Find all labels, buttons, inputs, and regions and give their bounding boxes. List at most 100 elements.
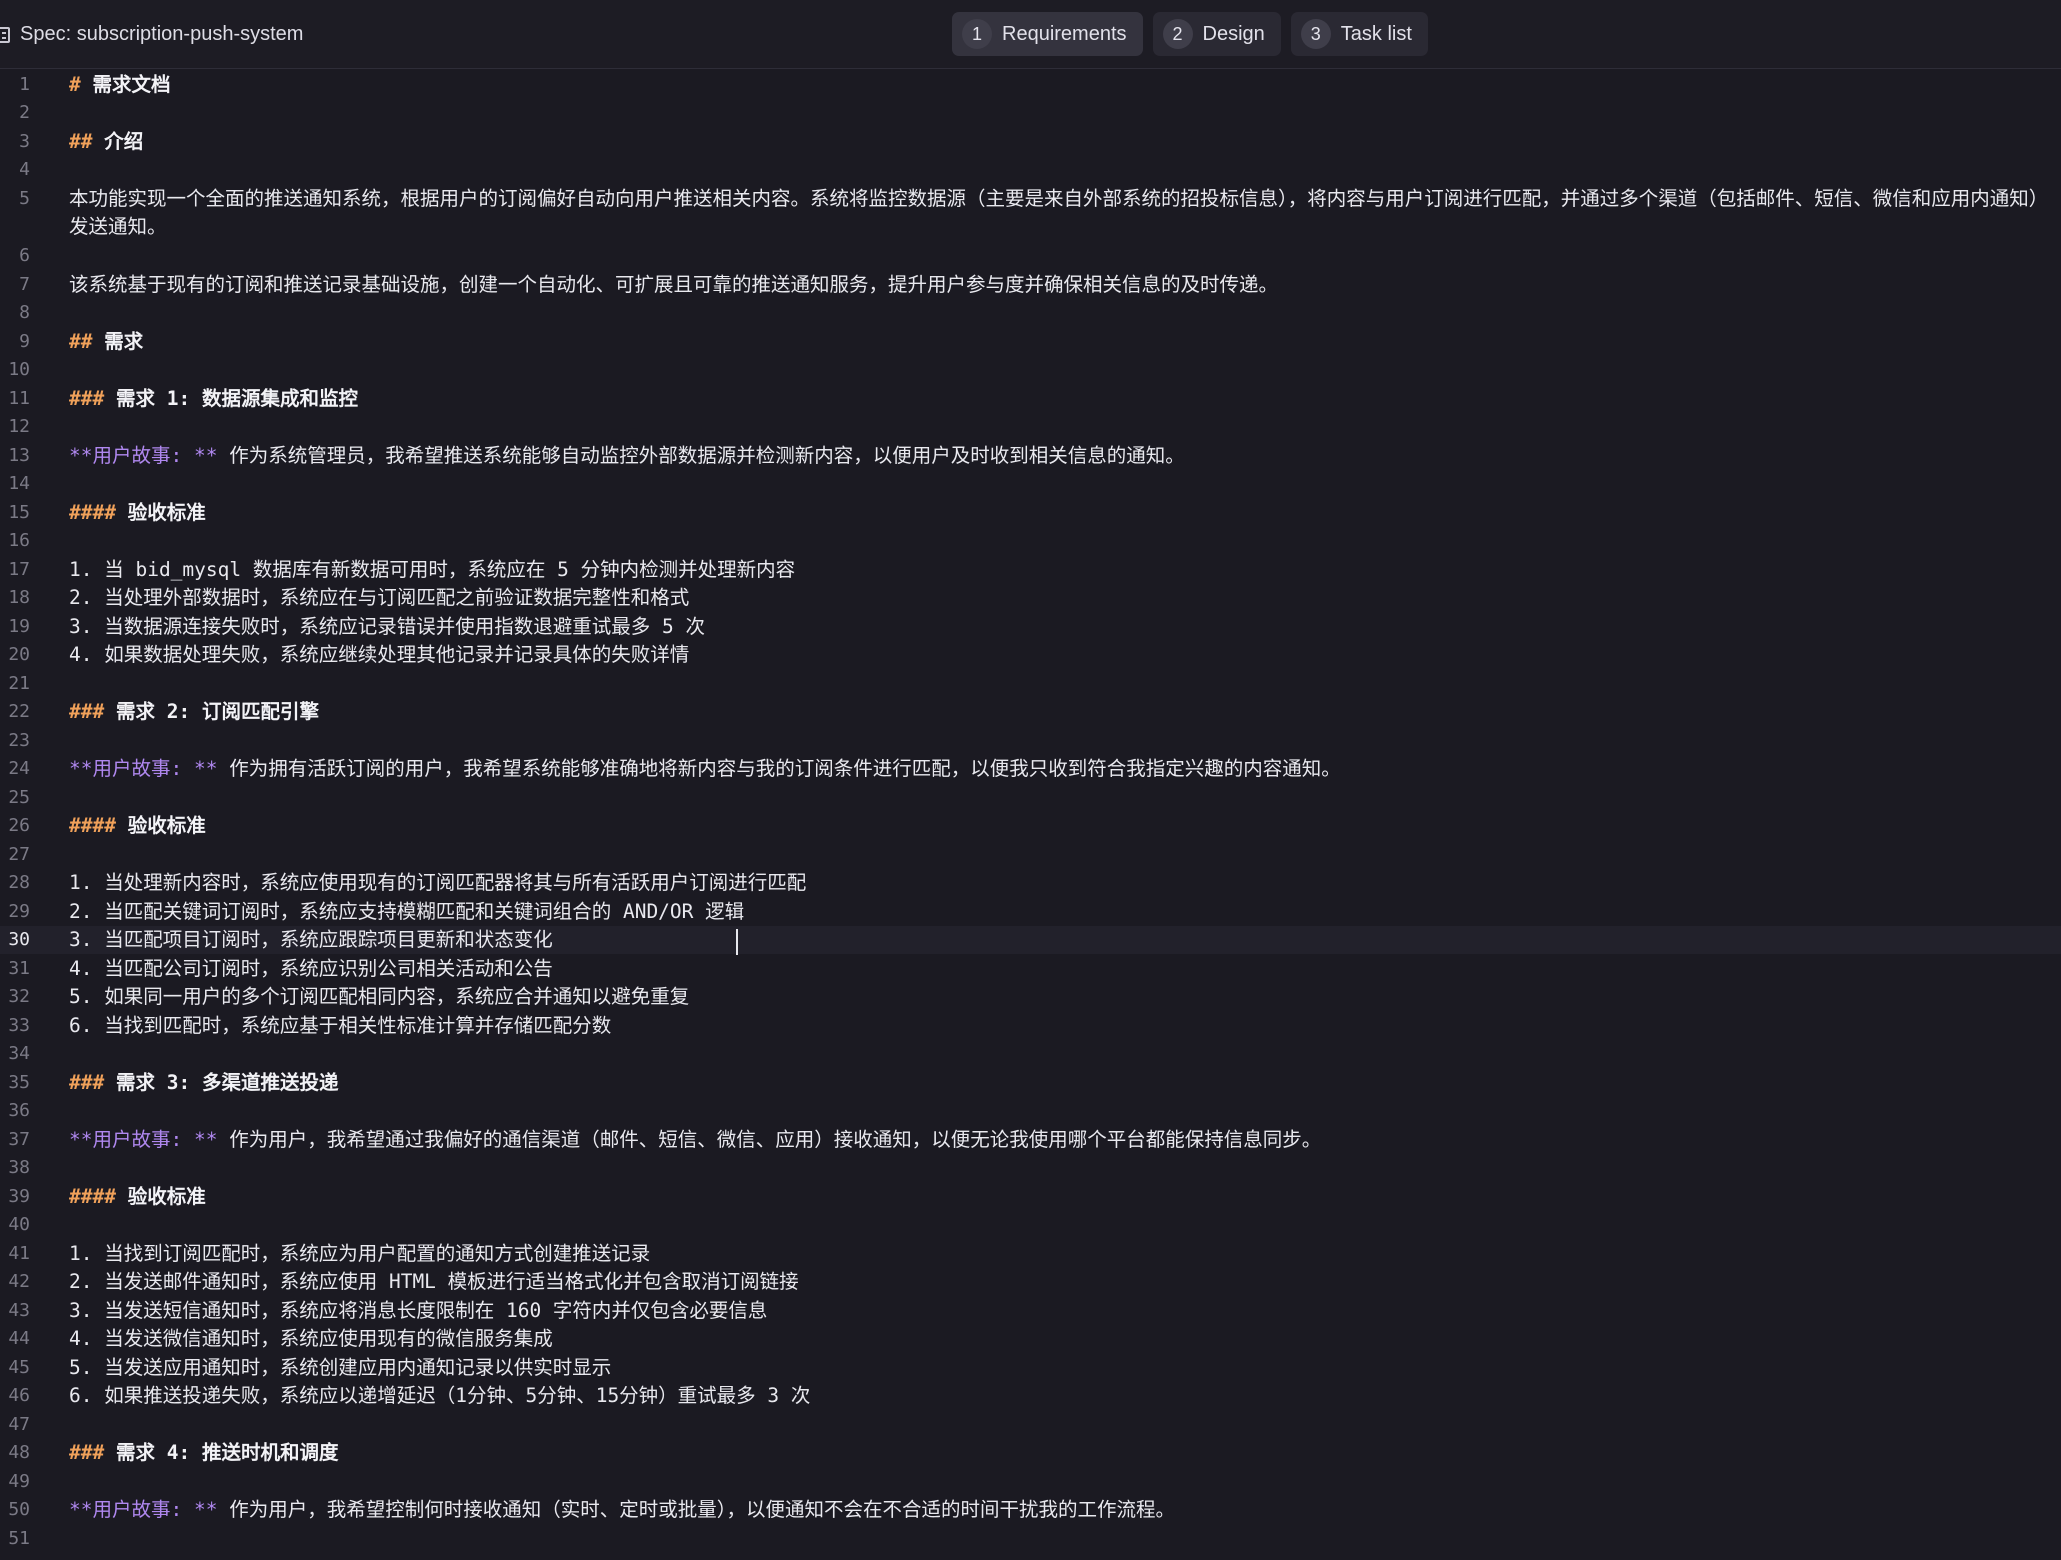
heading-marker: ### [69, 387, 105, 410]
editor-line[interactable]: 39 #### 验收标准 [0, 1183, 2061, 1211]
list-item: 6. 当找到匹配时，系统应基于相关性标准计算并存储匹配分数 [69, 1014, 612, 1037]
tab-design[interactable]: 2 Design [1152, 12, 1281, 56]
editor-line[interactable]: 22 ### 需求 2: 订阅匹配引擎 [0, 698, 2061, 726]
line-number: 12 [8, 416, 30, 437]
editor-current-line[interactable]: 30 3. 当匹配项目订阅时，系统应跟踪项目更新和状态变化 [0, 926, 2061, 955]
heading-marker: # [69, 73, 81, 96]
editor-line[interactable]: 7 该系统基于现有的订阅和推送记录基础设施，创建一个自动化、可扩展且可靠的推送通… [0, 271, 2061, 299]
heading-text: 验收标准 [127, 501, 206, 524]
editor-line[interactable]: 34 [0, 1040, 2061, 1068]
tab-requirements[interactable]: 1 Requirements [952, 12, 1143, 56]
editor-line[interactable]: 29 2. 当匹配关键词订阅时，系统应支持模糊匹配和关键词组合的 AND/OR … [0, 898, 2061, 926]
user-story-text: 作为拥有活跃订阅的用户，我希望系统能够准确地将新内容与我的订阅条件进行匹配，以便… [217, 757, 1341, 780]
editor-line[interactable]: 19 3. 当数据源连接失败时，系统应记录错误并使用指数退避重试最多 5 次 [0, 613, 2061, 641]
list-item: 1. 当处理新内容时，系统应使用现有的订阅匹配器将其与所有活跃用户订阅进行匹配 [69, 871, 807, 894]
editor-line[interactable]: 28 1. 当处理新内容时，系统应使用现有的订阅匹配器将其与所有活跃用户订阅进行… [0, 869, 2061, 897]
line-number: 23 [8, 730, 30, 751]
list-item: 6. 如果推送投递失败，系统应以递增延迟（1分钟、5分钟、15分钟）重试最多 3… [69, 1384, 811, 1407]
line-number: 17 [8, 559, 30, 580]
tab-label: Task list [1340, 22, 1412, 45]
heading-text: 需求文档 [92, 73, 171, 96]
editor-line[interactable]: 20 4. 如果数据处理失败，系统应继续处理其他记录并记录具体的失败详情 [0, 641, 2061, 669]
editor-line[interactable]: 16 [0, 527, 2061, 555]
line-number: 41 [8, 1243, 30, 1264]
editor-line[interactable]: 8 [0, 299, 2061, 327]
editor-line[interactable]: 27 [0, 841, 2061, 869]
editor-line[interactable]: 44 4. 当发送微信通知时，系统应使用现有的微信服务集成 [0, 1325, 2061, 1353]
editor-line[interactable]: 33 6. 当找到匹配时，系统应基于相关性标准计算并存储匹配分数 [0, 1012, 2061, 1040]
tab-task-list[interactable]: 3 Task list [1290, 12, 1428, 56]
spec-tabs: 1 Requirements 2 Design 3 Task list [952, 12, 1428, 56]
heading-text: 需求 3: 多渠道推送投递 [115, 1071, 339, 1094]
editor-line[interactable]: 40 [0, 1211, 2061, 1239]
editor-line[interactable]: 25 [0, 784, 2061, 812]
heading-marker: ### [69, 1071, 105, 1094]
editor-line[interactable]: 37 **用户故事: ** 作为用户，我希望通过我偏好的通信渠道（邮件、短信、微… [0, 1126, 2061, 1154]
editor-line[interactable]: 26 #### 验收标准 [0, 812, 2061, 840]
line-number: 7 [19, 274, 30, 295]
editor-line[interactable]: 48 ### 需求 4: 推送时机和调度 [0, 1439, 2061, 1467]
line-number: 28 [8, 872, 30, 893]
editor-line[interactable]: 41 1. 当找到订阅匹配时，系统应为用户配置的通知方式创建推送记录 [0, 1240, 2061, 1268]
line-number: 25 [8, 787, 30, 808]
editor-line[interactable]: 5 本功能实现一个全面的推送通知系统，根据用户的订阅偏好自动向用户推送相关内容。… [0, 185, 2061, 241]
list-item: 2. 当匹配关键词订阅时，系统应支持模糊匹配和关键词组合的 AND/OR 逻辑 [69, 900, 745, 923]
editor-line[interactable]: 32 5. 如果同一用户的多个订阅匹配相同内容，系统应合并通知以避免重复 [0, 983, 2061, 1011]
editor-line[interactable]: 43 3. 当发送短信通知时，系统应将消息长度限制在 160 字符内并仅包含必要… [0, 1297, 2061, 1325]
editor-line[interactable]: 21 [0, 670, 2061, 698]
line-number: 16 [8, 530, 30, 551]
line-number: 42 [8, 1271, 30, 1292]
editor-line[interactable]: 23 [0, 727, 2061, 755]
editor-line[interactable]: 13 **用户故事: ** 作为系统管理员，我希望推送系统能够自动监控外部数据源… [0, 442, 2061, 470]
heading-text: 验收标准 [127, 1185, 206, 1208]
editor-line[interactable]: 18 2. 当处理外部数据时，系统应在与订阅匹配之前验证数据完整性和格式 [0, 584, 2061, 612]
editor-line[interactable]: 9 ## 需求 [0, 328, 2061, 356]
editor-line[interactable]: 12 [0, 413, 2061, 441]
list-item: 1. 当找到订阅匹配时，系统应为用户配置的通知方式创建推送记录 [69, 1242, 651, 1265]
line-number: 6 [19, 245, 30, 266]
editor-line[interactable]: 50 **用户故事: ** 作为用户，我希望控制何时接收通知（实时、定时或批量）… [0, 1496, 2061, 1524]
editor-line[interactable]: 24 **用户故事: ** 作为拥有活跃订阅的用户，我希望系统能够准确地将新内容… [0, 755, 2061, 783]
editor-line[interactable]: 11 ### 需求 1: 数据源集成和监控 [0, 385, 2061, 413]
editor-line[interactable]: 51 [0, 1525, 2061, 1553]
line-number: 31 [8, 958, 30, 979]
editor-line[interactable]: 14 [0, 470, 2061, 498]
line-number: 27 [8, 844, 30, 865]
list-item: 3. 当数据源连接失败时，系统应记录错误并使用指数退避重试最多 5 次 [69, 615, 705, 638]
editor-line[interactable]: 10 [0, 356, 2061, 384]
list-item: 4. 当发送微信通知时，系统应使用现有的微信服务集成 [69, 1327, 553, 1350]
markdown-editor[interactable]: 1 # 需求文档 2 3 ## 介绍 4 5 本功能实现一个全面的推送通知系统，… [0, 69, 2061, 1560]
user-story-label: **用户故事: ** [69, 1498, 218, 1521]
editor-line[interactable]: 6 [0, 242, 2061, 270]
line-number: 15 [8, 502, 30, 523]
line-number: 24 [8, 758, 30, 779]
heading-text: 验收标准 [127, 814, 206, 837]
line-number: 49 [8, 1471, 30, 1492]
list-item: 3. 当匹配项目订阅时，系统应跟踪项目更新和状态变化 [69, 928, 553, 951]
editor-line[interactable]: 15 #### 验收标准 [0, 499, 2061, 527]
editor-line[interactable]: 2 [0, 99, 2061, 127]
editor-line[interactable]: 45 5. 当发送应用通知时，系统创建应用内通知记录以供实时显示 [0, 1354, 2061, 1382]
editor-line[interactable]: 1 # 需求文档 [0, 71, 2061, 99]
line-number: 38 [8, 1157, 30, 1178]
heading-marker: ## [69, 330, 93, 353]
editor-line[interactable]: 49 [0, 1468, 2061, 1496]
user-story-label: **用户故事: ** [69, 1128, 218, 1151]
editor-line[interactable]: 4 [0, 156, 2061, 184]
line-number: 10 [8, 359, 30, 380]
tab-label: Design [1202, 22, 1265, 45]
editor-line[interactable]: 36 [0, 1097, 2061, 1125]
editor-line[interactable]: 3 ## 介绍 [0, 128, 2061, 156]
editor-line[interactable]: 35 ### 需求 3: 多渠道推送投递 [0, 1069, 2061, 1097]
user-story-label: **用户故事: ** [69, 757, 218, 780]
editor-line[interactable]: 46 6. 如果推送投递失败，系统应以递增延迟（1分钟、5分钟、15分钟）重试最… [0, 1382, 2061, 1410]
line-number: 21 [8, 673, 30, 694]
list-item: 5. 当发送应用通知时，系统创建应用内通知记录以供实时显示 [69, 1356, 612, 1379]
editor-line[interactable]: 38 [0, 1154, 2061, 1182]
editor-line[interactable]: 17 1. 当 bid_mysql 数据库有新数据可用时，系统应在 5 分钟内检… [0, 556, 2061, 584]
editor-line[interactable]: 31 4. 当匹配公司订阅时，系统应识别公司相关活动和公告 [0, 955, 2061, 983]
editor-line[interactable]: 42 2. 当发送邮件通知时，系统应使用 HTML 模板进行适当格式化并包含取消… [0, 1268, 2061, 1296]
editor-line[interactable]: 47 [0, 1411, 2061, 1439]
spec-document-icon [0, 26, 10, 43]
list-item: 2. 当发送邮件通知时，系统应使用 HTML 模板进行适当格式化并包含取消订阅链… [69, 1270, 799, 1293]
